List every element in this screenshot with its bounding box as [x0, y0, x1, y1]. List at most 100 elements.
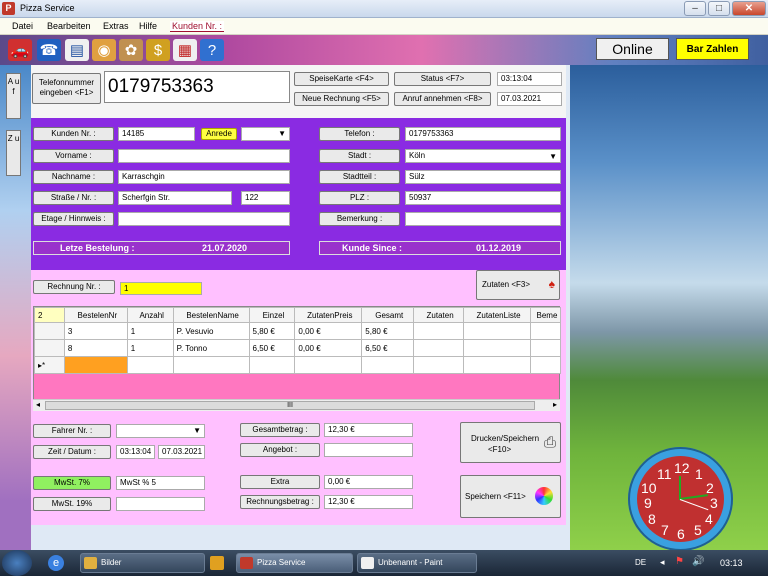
- cell[interactable]: [361, 356, 415, 374]
- phone-number-display[interactable]: 0179753363: [104, 71, 290, 103]
- extra-field[interactable]: 0,00 €: [324, 475, 413, 489]
- bar-zahlen-button[interactable]: Bar Zahlen: [676, 38, 749, 60]
- cell[interactable]: P. Vesuvio: [172, 322, 250, 340]
- cell[interactable]: 3: [63, 322, 128, 340]
- rechnungsbetrag-button[interactable]: Rechnungsbetrag :: [240, 495, 320, 509]
- menu-list-icon[interactable]: ▤: [65, 39, 89, 61]
- telefon-button[interactable]: Telefon :: [319, 127, 400, 141]
- bemerkung-field[interactable]: [405, 212, 561, 226]
- stadtteil-button[interactable]: Stadtteil :: [319, 170, 400, 184]
- rechnung-nr-field[interactable]: 1: [120, 282, 202, 295]
- network-icon[interactable]: ⚑: [675, 556, 684, 567]
- horizontal-scrollbar[interactable]: ◂ III ▸: [33, 399, 560, 411]
- col-header[interactable]: BestelenNr: [63, 307, 128, 323]
- calendar-icon[interactable]: ▦: [173, 39, 197, 61]
- cell[interactable]: [463, 339, 531, 357]
- cell[interactable]: [529, 339, 562, 357]
- strasse-field[interactable]: Scherfgin Str.: [118, 191, 232, 205]
- stadt-button[interactable]: Stadt :: [319, 149, 400, 163]
- menu-hilfe[interactable]: Hilfe: [139, 21, 157, 31]
- cell[interactable]: 8: [63, 339, 128, 357]
- mwst-7-button[interactable]: MwSt. 7%: [33, 476, 111, 490]
- speichern-button[interactable]: Speichern <F11>: [460, 475, 561, 518]
- new-row[interactable]: ▸*: [34, 356, 562, 374]
- cell[interactable]: [294, 356, 363, 374]
- stadt-dropdown[interactable]: Köln ▼: [405, 149, 561, 163]
- cell[interactable]: P. Tonno: [172, 339, 250, 357]
- nachname-button[interactable]: Nachname :: [33, 170, 114, 184]
- help-shield-icon[interactable]: ?: [200, 39, 224, 61]
- strasse-button[interactable]: Straße / Nr. :: [33, 191, 114, 205]
- cell[interactable]: [529, 356, 562, 374]
- telefon-field[interactable]: 0179753363: [405, 127, 561, 141]
- speisekarte-button[interactable]: SpeiseKarte <F4>: [294, 72, 389, 86]
- col-header[interactable]: Einzel: [248, 307, 296, 323]
- stadtteil-field[interactable]: Sülz: [405, 170, 561, 184]
- table-row[interactable]: 8 1 P. Tonno 6,50 € 0,00 € 6,50 €: [34, 339, 562, 357]
- minimize-button[interactable]: –: [684, 1, 706, 16]
- cell[interactable]: 0,00 €: [294, 322, 363, 340]
- delivery-car-icon[interactable]: 🚗: [8, 39, 32, 61]
- ie-icon[interactable]: e: [48, 555, 64, 571]
- drucken-speichern-button[interactable]: Drucken/Speichern <F10> ⎙: [460, 422, 561, 463]
- row-selector[interactable]: [34, 339, 65, 357]
- pizza-icon[interactable]: ◉: [92, 39, 116, 61]
- col-header[interactable]: Anzahl: [126, 307, 174, 323]
- cell[interactable]: [413, 322, 465, 340]
- scroll-thumb[interactable]: III: [45, 401, 535, 410]
- plz-field[interactable]: 50937: [405, 191, 561, 205]
- menu-kunden-nr[interactable]: Kunden Nr. :: [170, 21, 225, 32]
- menu-datei[interactable]: Datei: [12, 21, 33, 31]
- phone-icon[interactable]: ☎: [37, 39, 61, 61]
- start-button[interactable]: [2, 550, 32, 576]
- mwst-19-button[interactable]: MwSt. 19%: [33, 497, 111, 511]
- gesamtbetrag-button[interactable]: Gesamtbetrag :: [240, 423, 320, 437]
- kunden-nr-button[interactable]: Kunden Nr. :: [33, 127, 114, 141]
- kunden-nr-field[interactable]: 14185: [118, 127, 195, 141]
- cell[interactable]: [529, 322, 562, 340]
- coins-icon[interactable]: $: [146, 39, 170, 61]
- bemerkung-button[interactable]: Bemerkung :: [319, 212, 400, 226]
- table-row[interactable]: 3 1 P. Vesuvio 5,80 € 0,00 € 5,80 €: [34, 322, 562, 340]
- ingredients-icon[interactable]: ✿: [119, 39, 143, 61]
- cell[interactable]: 0,00 €: [294, 339, 363, 357]
- hausnr-field[interactable]: 122: [241, 191, 290, 205]
- extra-button[interactable]: Extra: [240, 475, 320, 489]
- mwst-19-field[interactable]: [116, 497, 205, 511]
- col-header[interactable]: Beme: [529, 307, 562, 323]
- row-selector[interactable]: [34, 322, 65, 340]
- angebot-button[interactable]: Angebot :: [240, 443, 320, 457]
- etage-field[interactable]: [118, 212, 290, 226]
- tray-arrow-icon[interactable]: ◂: [660, 557, 665, 568]
- taskbar-pizza-service[interactable]: Pizza Service: [236, 553, 353, 573]
- menu-extras[interactable]: Extras: [103, 21, 129, 31]
- cell[interactable]: [463, 356, 531, 374]
- cell[interactable]: 1: [126, 322, 174, 340]
- mwst-7-field[interactable]: MwSt % 5: [116, 476, 205, 490]
- zutaten-button[interactable]: Zutaten <F3> ♠: [476, 270, 560, 300]
- scroll-left-icon[interactable]: ◂: [36, 400, 40, 409]
- auf-tab[interactable]: A u f: [6, 73, 21, 119]
- cell[interactable]: [172, 356, 250, 374]
- nachname-field[interactable]: Karraschgin: [118, 170, 290, 184]
- taskbar-clock[interactable]: 03:13: [720, 558, 743, 568]
- col-header[interactable]: ZutatenPreis: [294, 307, 363, 323]
- vorname-button[interactable]: Vorname :: [33, 149, 114, 163]
- cell[interactable]: [63, 356, 128, 374]
- col-header[interactable]: ZutatenListe: [463, 307, 531, 323]
- media-player-icon[interactable]: [210, 556, 224, 570]
- cell[interactable]: 5,80 €: [361, 322, 415, 340]
- cell[interactable]: 5,80 €: [248, 322, 296, 340]
- taskbar-bilder[interactable]: Bilder: [80, 553, 205, 573]
- scroll-right-icon[interactable]: ▸: [553, 400, 557, 409]
- zeit-field[interactable]: 03:13:04: [116, 445, 155, 459]
- online-button[interactable]: Online: [596, 38, 669, 60]
- order-grid[interactable]: 2 BestelenNr Anzahl BestelenName Einzel …: [33, 306, 562, 410]
- col-header[interactable]: BestelenName: [172, 307, 250, 323]
- anrede-dropdown[interactable]: ▼: [241, 127, 290, 141]
- etage-button[interactable]: Etage / Hinnweis :: [33, 212, 114, 226]
- maximize-button[interactable]: □: [708, 1, 730, 16]
- close-button[interactable]: ✕: [732, 1, 766, 16]
- plz-button[interactable]: PLZ :: [319, 191, 400, 205]
- volume-icon[interactable]: 🔊: [692, 556, 704, 567]
